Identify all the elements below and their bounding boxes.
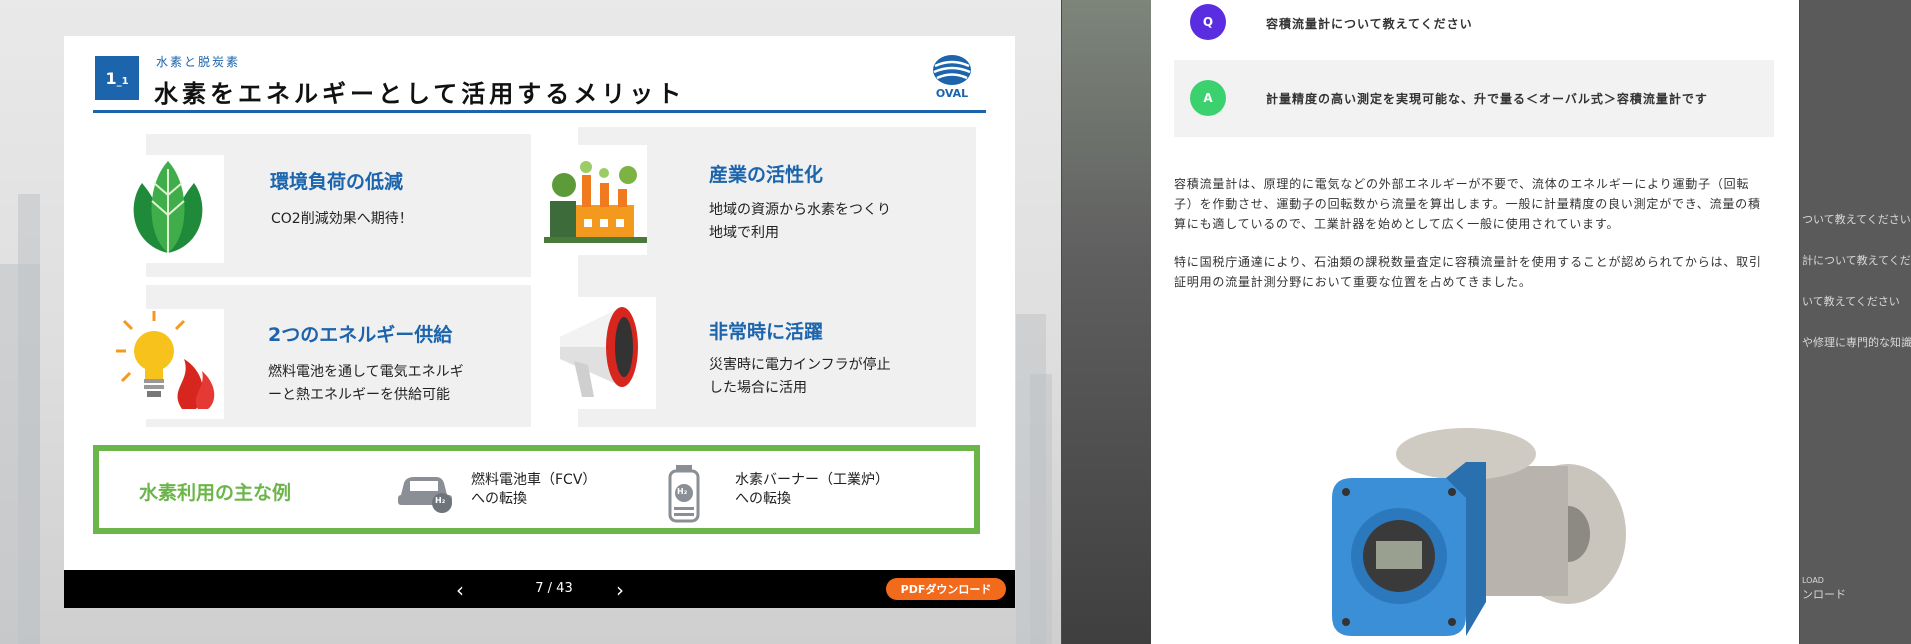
merit-text-emergency-line: した場合に活用 [709,380,807,396]
leaf-icon [112,155,224,263]
merit-text-emergency: 災害時に電力インフラが停止 した場合に活用 [709,354,891,400]
merit-text-industry: 地域の資源から水素をつくり 地域で利用 [709,199,891,245]
presentation-slide: 1 _1 水素と脱炭素 水素をエネルギーとして活用するメリット OVAL 環境負荷… [64,36,1015,608]
answer-paragraph-1: 容積流量計は、原理的に電気などの外部エネルギーが不要で、流体のエネルギーにより運… [1174,177,1761,231]
fcv-h2-badge: H₂ [435,496,446,505]
answer-row: A 計量精度の高い測定を実現可能な、升で量る＜オーバル式＞容積流量計です [1174,60,1774,137]
fcv-car-icon: H₂ [396,469,462,513]
example-text-burner: 水素バーナー（工業炉） への転換 [735,471,889,509]
hydrogen-burner-icon: H₂ [664,463,704,527]
question-row: Q 容積流量計について教えてください [1174,0,1774,44]
merit-title-emergency: 非常時に活躍 [709,321,824,343]
factory-icon [544,145,647,255]
flow-meter-image [1306,426,1636,644]
hydrogen-examples-box: 水素利用の主な例 H₂ 燃料電池車（FCV） への転換 H₂ 水素バーナー（工業… [93,445,980,534]
next-slide-button[interactable]: › [608,578,632,602]
title-divider [93,110,986,113]
pdf-download-button[interactable]: PDFダウンロード [886,578,1006,600]
background-faq-item: 計について教えてくださ [1802,254,1911,267]
background-download-label: ンロード [1802,588,1846,601]
merit-text-energy-line: ーと熱エネルギーを供給可能 [268,387,450,403]
merit-title-environment: 環境負荷の低減 [270,171,404,193]
section-number-badge: 1 _1 [95,56,139,100]
background-faq-item: いて教えてください [1802,295,1900,308]
background-download-label: LOAD [1802,576,1824,585]
oval-logo: OVAL [930,53,974,101]
background-faq-item: や修理に専門的な知識 [1802,336,1911,349]
section-category: 水素と脱炭素 [156,55,241,69]
page-counter: 7 / 43 [535,581,573,596]
merit-title-industry: 産業の活性化 [709,164,824,186]
prev-slide-button[interactable]: ‹ [448,578,472,602]
merit-text-environment: CO2削減効果へ期待！ [271,211,413,227]
burner-h2-badge: H₂ [677,487,688,496]
example-text-fcv-line: への転換 [471,491,527,507]
bulb-flame-icon [112,309,224,419]
slide-title: 水素をエネルギーとして活用するメリット [154,80,686,108]
merit-title-energy-supply: 2つのエネルギー供給 [268,324,453,346]
background-faq-list [1800,0,1911,644]
example-text-burner-line: 水素バーナー（工業炉） [735,472,889,488]
merit-text-industry-line: 地域の資源から水素をつくり [709,202,891,218]
slide-pager: ‹ 7 / 43 › PDFダウンロード [64,570,1015,608]
answer-text: 計量精度の高い測定を実現可能な、升で量る＜オーバル式＞容積流量計です [1266,92,1708,106]
merit-text-industry-line: 地域で利用 [709,225,779,241]
example-text-burner-line: への転換 [735,491,791,507]
question-text: 容積流量計について教えてください [1266,17,1473,31]
examples-title: 水素利用の主な例 [139,482,292,504]
example-text-fcv: 燃料電池車（FCV） への転換 [471,471,596,509]
backdrop-photo-strip [1062,0,1152,644]
merit-text-energy-supply: 燃料電池を通して電気エネルギ ーと熱エネルギーを供給可能 [268,361,464,407]
question-badge: Q [1190,4,1226,40]
example-text-fcv-line: 燃料電池車（FCV） [471,472,597,488]
merit-text-energy-line: 燃料電池を通して電気エネルギ [268,364,464,380]
faq-answer-panel: Q 容積流量計について教えてください A 計量精度の高い測定を実現可能な、升で量… [1151,0,1799,644]
background-faq-item: ついて教えてください [1802,213,1911,226]
megaphone-icon [552,297,656,409]
answer-paragraph-2: 特に国税庁通達により、石油類の課税数量査定に容積流量計を使用することが認められて… [1174,255,1762,289]
screen: 1 _1 水素と脱炭素 水素をエネルギーとして活用するメリット OVAL 環境負荷… [0,0,1911,644]
answer-badge: A [1190,80,1226,116]
merit-text-emergency-line: 災害時に電力インフラが停止 [709,357,891,373]
